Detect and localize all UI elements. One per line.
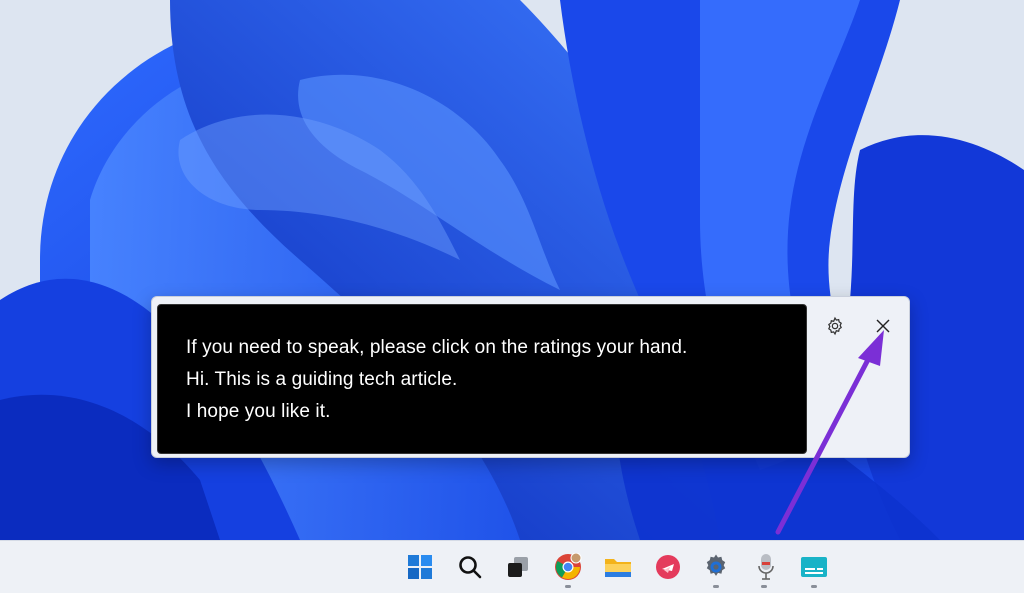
windows-start-icon[interactable] [404,551,436,583]
file-explorer-icon[interactable] [602,551,634,583]
caption-line-3: I hope you like it. [186,401,331,422]
live-captions-icon[interactable] [798,551,830,583]
caption-line-1: If you need to speak, please click on th… [186,337,688,358]
settings-icon[interactable] [700,551,732,583]
chrome-icon[interactable] [552,551,584,583]
microphone-icon[interactable] [750,551,782,583]
desktop-wallpaper [0,0,1024,540]
close-icon [876,319,890,333]
taskbar [0,540,1024,593]
gear-icon [828,316,842,336]
chrome-running-indicator [565,585,571,588]
live-captions-running-indicator [811,585,817,588]
captions-settings-button[interactable] [820,311,850,341]
caption-line-2: Hi. This is a guiding tech article. [186,369,458,390]
settings-running-indicator [713,585,719,588]
captions-close-button[interactable] [868,311,898,341]
caption-text-area: If you need to speak, please click on th… [157,304,807,454]
microphone-running-indicator [761,585,767,588]
task-view-icon[interactable] [502,551,534,583]
search-icon[interactable] [454,551,486,583]
pinned-app-icon[interactable] [652,551,684,583]
live-captions-window: If you need to speak, please click on th… [151,296,910,458]
